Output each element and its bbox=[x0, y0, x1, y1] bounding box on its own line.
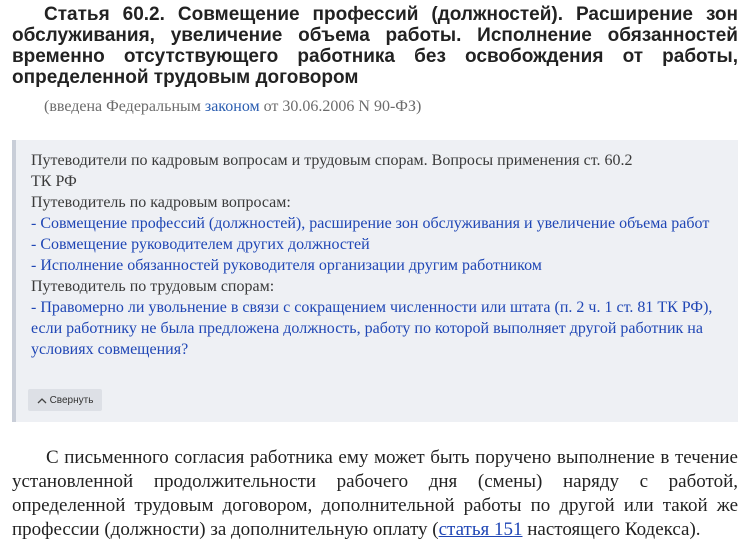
guide-link-acting-manager[interactable]: - Исполнение обязанностей руководителя о… bbox=[31, 255, 724, 276]
hr-guide-title: Путеводитель по кадровым вопросам: bbox=[31, 194, 291, 211]
amendment-note-suffix: от 30.06.2006 N 90-ФЗ) bbox=[259, 98, 422, 115]
labor-disputes-guide-title: Путеводитель по трудовым спорам: bbox=[31, 278, 275, 295]
paragraph-line: установленной продолжительности рабочего… bbox=[12, 471, 738, 492]
amendment-note-prefix: (введена Федеральным bbox=[44, 98, 205, 115]
guides-header-line: ТК РФ bbox=[31, 173, 77, 190]
guide-link-combining-professions[interactable]: - Совмещение профессий (должностей), рас… bbox=[31, 213, 724, 234]
article-title-line: определенной трудовым договором bbox=[12, 67, 359, 88]
paragraph-line: определенной трудовым договором, дополни… bbox=[12, 495, 738, 516]
guide-link-manager-combining[interactable]: - Совмещение руководителем других должно… bbox=[31, 234, 724, 255]
paragraph-line-text: профессии (должности) за дополнительную … bbox=[12, 519, 439, 540]
guides-header-line: Путеводители по кадровым вопросам и труд… bbox=[31, 152, 633, 169]
paragraph-line-last: профессии (должности) за дополнительную … bbox=[12, 518, 738, 542]
guides-panel: Путеводители по кадровым вопросам и труд… bbox=[12, 140, 738, 422]
amendment-note: (введена Федеральным законом от 30.06.20… bbox=[44, 97, 421, 117]
article-151-link[interactable]: статья 151 bbox=[439, 519, 523, 540]
collapse-button-label: Свернуть bbox=[49, 394, 94, 406]
guide-link-dismissal-question[interactable]: - Правомерно ли увольнение в связи с сок… bbox=[31, 297, 724, 360]
article-title-line: обслуживания, увеличение объема работы. … bbox=[12, 25, 738, 46]
paragraph-tail: настоящего Кодекса). bbox=[522, 519, 701, 540]
article-paragraph: С письменного согласия работника ему мож… bbox=[12, 446, 738, 542]
paragraph-line: С письменного согласия работника ему мож… bbox=[46, 447, 738, 468]
article-title-line: Статья 60.2. Совмещение профессий (должн… bbox=[44, 4, 738, 25]
collapse-button[interactable]: Свернуть bbox=[28, 389, 102, 411]
chevron-up-icon bbox=[37, 397, 47, 403]
article-title-line: временно отсутствующего работника без ос… bbox=[12, 46, 738, 67]
law-link[interactable]: законом bbox=[205, 98, 260, 115]
article-title: Статья 60.2. Совмещение профессий (должн… bbox=[12, 4, 738, 88]
